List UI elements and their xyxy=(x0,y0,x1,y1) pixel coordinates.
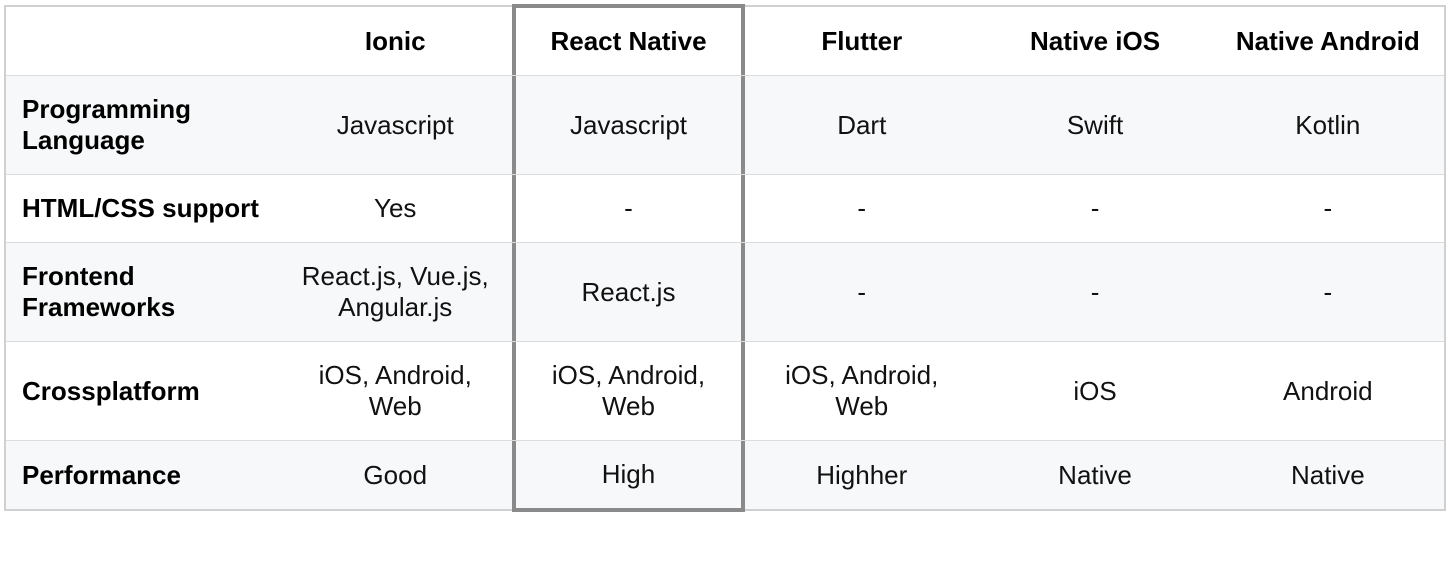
cell: - xyxy=(745,243,978,342)
table-header-row: Ionic React Native Flutter Native iOS Na… xyxy=(5,6,1445,76)
table-row: Frontend Frameworks React.js, Vue.js, An… xyxy=(5,243,1445,342)
comparison-table: Ionic React Native Flutter Native iOS Na… xyxy=(4,4,1446,512)
cell: Swift xyxy=(978,76,1211,175)
cell: Dart xyxy=(745,76,978,175)
cell: - xyxy=(1212,175,1445,243)
cell: Native xyxy=(1212,441,1445,511)
cell: iOS, Android, Web xyxy=(512,342,745,441)
row-label: Programming Language xyxy=(5,76,279,175)
cell: React.js xyxy=(512,243,745,342)
cell: Javascript xyxy=(512,76,745,175)
table-row: HTML/CSS support Yes - - - - xyxy=(5,175,1445,243)
cell: - xyxy=(745,175,978,243)
header-native-ios: Native iOS xyxy=(978,6,1211,76)
cell: Kotlin xyxy=(1212,76,1445,175)
cell: High xyxy=(512,441,745,511)
cell: Highher xyxy=(745,441,978,511)
cell: Yes xyxy=(279,175,512,243)
cell: - xyxy=(1212,243,1445,342)
row-label: HTML/CSS support xyxy=(5,175,279,243)
cell: Native xyxy=(978,441,1211,511)
cell: React.js, Vue.js, Angular.js xyxy=(279,243,512,342)
cell: Javascript xyxy=(279,76,512,175)
header-ionic: Ionic xyxy=(279,6,512,76)
header-flutter: Flutter xyxy=(745,6,978,76)
header-corner xyxy=(5,6,279,76)
row-label: Frontend Frameworks xyxy=(5,243,279,342)
row-label: Performance xyxy=(5,441,279,511)
table-row: Crossplatform iOS, Android, Web iOS, And… xyxy=(5,342,1445,441)
header-native-android: Native Android xyxy=(1212,6,1445,76)
cell: Good xyxy=(279,441,512,511)
cell: iOS xyxy=(978,342,1211,441)
cell: iOS, Android, Web xyxy=(279,342,512,441)
table-row: Programming Language Javascript Javascri… xyxy=(5,76,1445,175)
cell: - xyxy=(978,175,1211,243)
table-row: Performance Good High Highher Native Nat… xyxy=(5,441,1445,511)
cell: Android xyxy=(1212,342,1445,441)
header-react-native: React Native xyxy=(512,6,745,76)
cell: - xyxy=(978,243,1211,342)
row-label: Crossplatform xyxy=(5,342,279,441)
cell: - xyxy=(512,175,745,243)
cell: iOS, Android, Web xyxy=(745,342,978,441)
